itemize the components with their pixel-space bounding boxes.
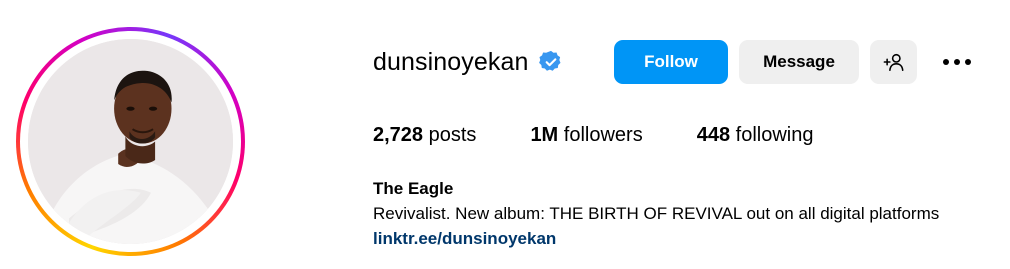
story-ring[interactable] [16, 27, 245, 256]
posts-label: posts [428, 124, 477, 146]
following-label: following [735, 124, 814, 146]
username-row: dunsinoyekan [373, 40, 563, 84]
following-count: 448 [696, 124, 731, 146]
bio-link[interactable]: linktr.ee/dunsinoyekan [373, 229, 556, 249]
more-horizontal-icon [943, 59, 971, 65]
followers-count: 1M [530, 124, 559, 146]
bio-display-name: The Eagle [373, 179, 454, 198]
bio-text: Revivalist. New album: THE BIRTH OF REVI… [373, 204, 940, 223]
avatar[interactable] [28, 39, 233, 244]
profile-photo [28, 39, 233, 244]
followers-stat[interactable]: 1M followers [530, 124, 642, 147]
username[interactable]: dunsinoyekan [373, 48, 529, 77]
follow-button[interactable]: Follow [614, 40, 728, 84]
profile-header: dunsinoyekan Follow Message 2,728 posts [0, 0, 1010, 269]
message-button[interactable]: Message [739, 40, 859, 84]
profile-stats: 2,728 posts 1M followers 448 following [373, 124, 867, 147]
posts-count: 2,728 [373, 124, 424, 146]
followers-label: followers [563, 124, 643, 146]
suggested-users-button[interactable] [870, 40, 917, 84]
verified-badge-icon [538, 50, 563, 74]
more-options-button[interactable] [936, 46, 978, 78]
add-person-icon [883, 53, 903, 72]
posts-stat[interactable]: 2,728 posts [373, 124, 476, 147]
following-stat[interactable]: 448 following [697, 124, 814, 147]
